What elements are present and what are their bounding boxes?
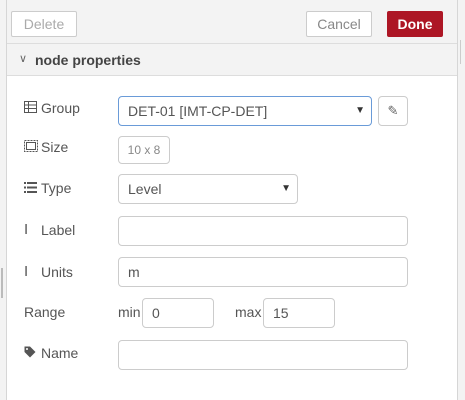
size-label-row: Size [24, 139, 68, 155]
section-title: node properties [35, 52, 141, 68]
tray-toolbar: Delete Cancel Done [7, 0, 457, 44]
range-max-input[interactable] [263, 298, 335, 328]
resize-handle-left[interactable] [1, 268, 3, 298]
range-max-label: max [235, 304, 262, 320]
type-label-row: Type [24, 180, 71, 196]
name-label: Name [41, 345, 79, 361]
pencil-icon: ✎ [387, 103, 399, 118]
label-label: Label [41, 221, 76, 238]
range-label-row: Range [24, 304, 65, 320]
edit-tray: Delete Cancel Done ∨ node properties Gro… [6, 0, 458, 400]
text-cursor-icon: Ⅰ [24, 263, 29, 279]
table-icon [24, 100, 38, 116]
group-select[interactable]: DET-01 [IMT-CP-DET] ▼ [118, 96, 372, 126]
delete-button[interactable]: Delete [11, 11, 77, 37]
size-label: Size [41, 139, 69, 155]
range-label: Range [24, 304, 66, 320]
resize-handle-right[interactable] [460, 40, 462, 64]
chevron-down-icon: ∨ [19, 53, 28, 65]
group-label: Group [41, 100, 80, 116]
tag-icon [24, 345, 38, 361]
size-button[interactable]: 10 x 8 [118, 136, 170, 164]
list-icon [24, 180, 38, 196]
cancel-button[interactable]: Cancel [306, 11, 372, 37]
done-button[interactable]: Done [387, 11, 443, 37]
name-input[interactable] [118, 340, 408, 370]
units-label-row: Ⅰ Units [24, 263, 73, 280]
caret-down-icon: ▼ [355, 105, 365, 116]
edit-group-button[interactable]: ✎ [378, 96, 408, 126]
units-label: Units [41, 263, 73, 280]
units-input[interactable] [118, 257, 408, 287]
type-label: Type [41, 180, 72, 196]
group-label-row: Group [24, 100, 80, 116]
range-min-label: min [118, 304, 141, 320]
range-min-input[interactable] [142, 298, 214, 328]
label-label-row: Ⅰ Label [24, 221, 75, 238]
text-cursor-icon: Ⅰ [24, 221, 29, 237]
type-select-value: Level [128, 181, 162, 197]
name-label-row: Name [24, 345, 78, 361]
group-select-value: DET-01 [IMT-CP-DET] [128, 103, 268, 119]
resize-icon [24, 139, 38, 155]
node-properties-header[interactable]: ∨ node properties [7, 44, 457, 76]
caret-down-icon: ▼ [281, 183, 291, 194]
label-input[interactable] [118, 216, 408, 246]
type-select[interactable]: Level ▼ [118, 174, 298, 204]
